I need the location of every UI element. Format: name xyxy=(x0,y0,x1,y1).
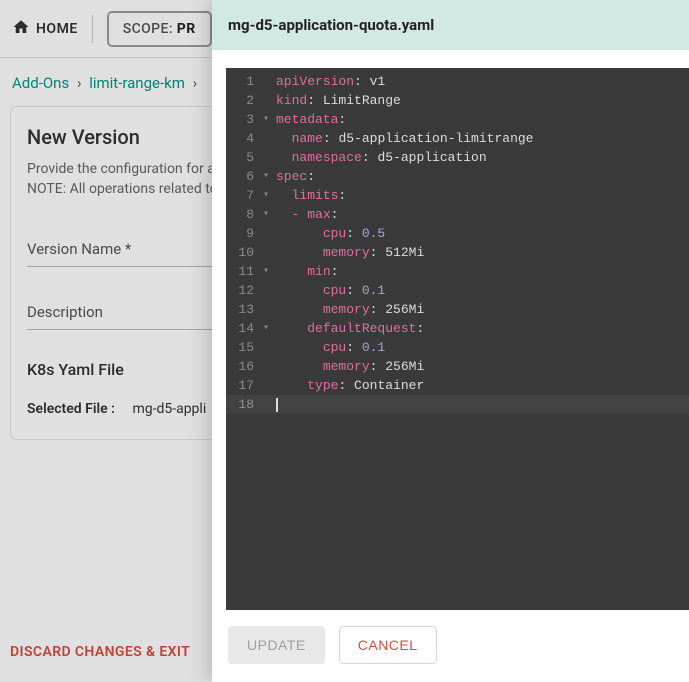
line-number: 15 xyxy=(234,338,254,357)
fold-marker[interactable]: ▾ xyxy=(260,110,272,129)
code-line[interactable]: name: d5-application-limitrange xyxy=(276,129,689,148)
fold-marker xyxy=(260,148,272,167)
update-button[interactable]: UPDATE xyxy=(228,626,325,664)
line-number: 3 xyxy=(234,110,254,129)
fold-marker[interactable]: ▾ xyxy=(260,205,272,224)
fold-marker[interactable]: ▾ xyxy=(260,319,272,338)
fold-marker xyxy=(260,281,272,300)
code-line[interactable]: memory: 256Mi xyxy=(276,300,689,319)
code-line[interactable]: limits: xyxy=(276,186,689,205)
line-number: 16 xyxy=(234,357,254,376)
line-number: 5 xyxy=(234,148,254,167)
line-number: 9 xyxy=(234,224,254,243)
fold-marker xyxy=(260,72,272,91)
yaml-editor-drawer: mg-d5-application-quota.yaml 12345678910… xyxy=(212,0,689,682)
code-line[interactable]: namespace: d5-application xyxy=(276,148,689,167)
line-number: 13 xyxy=(234,300,254,319)
code-line[interactable]: cpu: 0.1 xyxy=(276,338,689,357)
line-number: 17 xyxy=(234,376,254,395)
fold-column: ▾▾▾▾▾▾ xyxy=(260,68,272,610)
fold-marker xyxy=(260,376,272,395)
drawer-title: mg-d5-application-quota.yaml xyxy=(212,0,689,50)
code-line[interactable]: min: xyxy=(276,262,689,281)
code-line[interactable]: metadata: xyxy=(276,110,689,129)
fold-marker xyxy=(260,300,272,319)
fold-marker xyxy=(260,129,272,148)
fold-marker xyxy=(260,243,272,262)
fold-marker[interactable]: ▾ xyxy=(260,186,272,205)
line-number: 6 xyxy=(234,167,254,186)
line-number: 1 xyxy=(234,72,254,91)
drawer-footer: UPDATE CANCEL xyxy=(212,610,689,682)
code-line[interactable] xyxy=(276,395,689,414)
line-number: 4 xyxy=(234,129,254,148)
code-editor[interactable]: 123456789101112131415161718 ▾▾▾▾▾▾ apiVe… xyxy=(226,68,689,610)
code-line[interactable]: cpu: 0.5 xyxy=(276,224,689,243)
code-line[interactable]: memory: 512Mi xyxy=(276,243,689,262)
code-content[interactable]: apiVersion: v1kind: LimitRangemetadata: … xyxy=(272,68,689,610)
fold-marker xyxy=(260,338,272,357)
line-number: 18 xyxy=(234,395,254,414)
code-line[interactable]: defaultRequest: xyxy=(276,319,689,338)
cancel-button[interactable]: CANCEL xyxy=(339,626,437,664)
line-number: 2 xyxy=(234,91,254,110)
code-line[interactable]: type: Container xyxy=(276,376,689,395)
code-line[interactable]: memory: 256Mi xyxy=(276,357,689,376)
fold-marker[interactable]: ▾ xyxy=(260,262,272,281)
code-line[interactable]: cpu: 0.1 xyxy=(276,281,689,300)
text-cursor xyxy=(276,398,278,412)
line-number: 7 xyxy=(234,186,254,205)
line-number: 11 xyxy=(234,262,254,281)
line-number: 12 xyxy=(234,281,254,300)
line-number: 8 xyxy=(234,205,254,224)
fold-marker xyxy=(260,395,272,414)
code-line[interactable]: - max: xyxy=(276,205,689,224)
fold-marker[interactable]: ▾ xyxy=(260,167,272,186)
line-number-gutter: 123456789101112131415161718 xyxy=(226,68,260,610)
line-number: 14 xyxy=(234,319,254,338)
code-line[interactable]: spec: xyxy=(276,167,689,186)
code-line[interactable]: kind: LimitRange xyxy=(276,91,689,110)
fold-marker xyxy=(260,224,272,243)
code-line[interactable]: apiVersion: v1 xyxy=(276,72,689,91)
line-number: 10 xyxy=(234,243,254,262)
fold-marker xyxy=(260,357,272,376)
fold-marker xyxy=(260,91,272,110)
